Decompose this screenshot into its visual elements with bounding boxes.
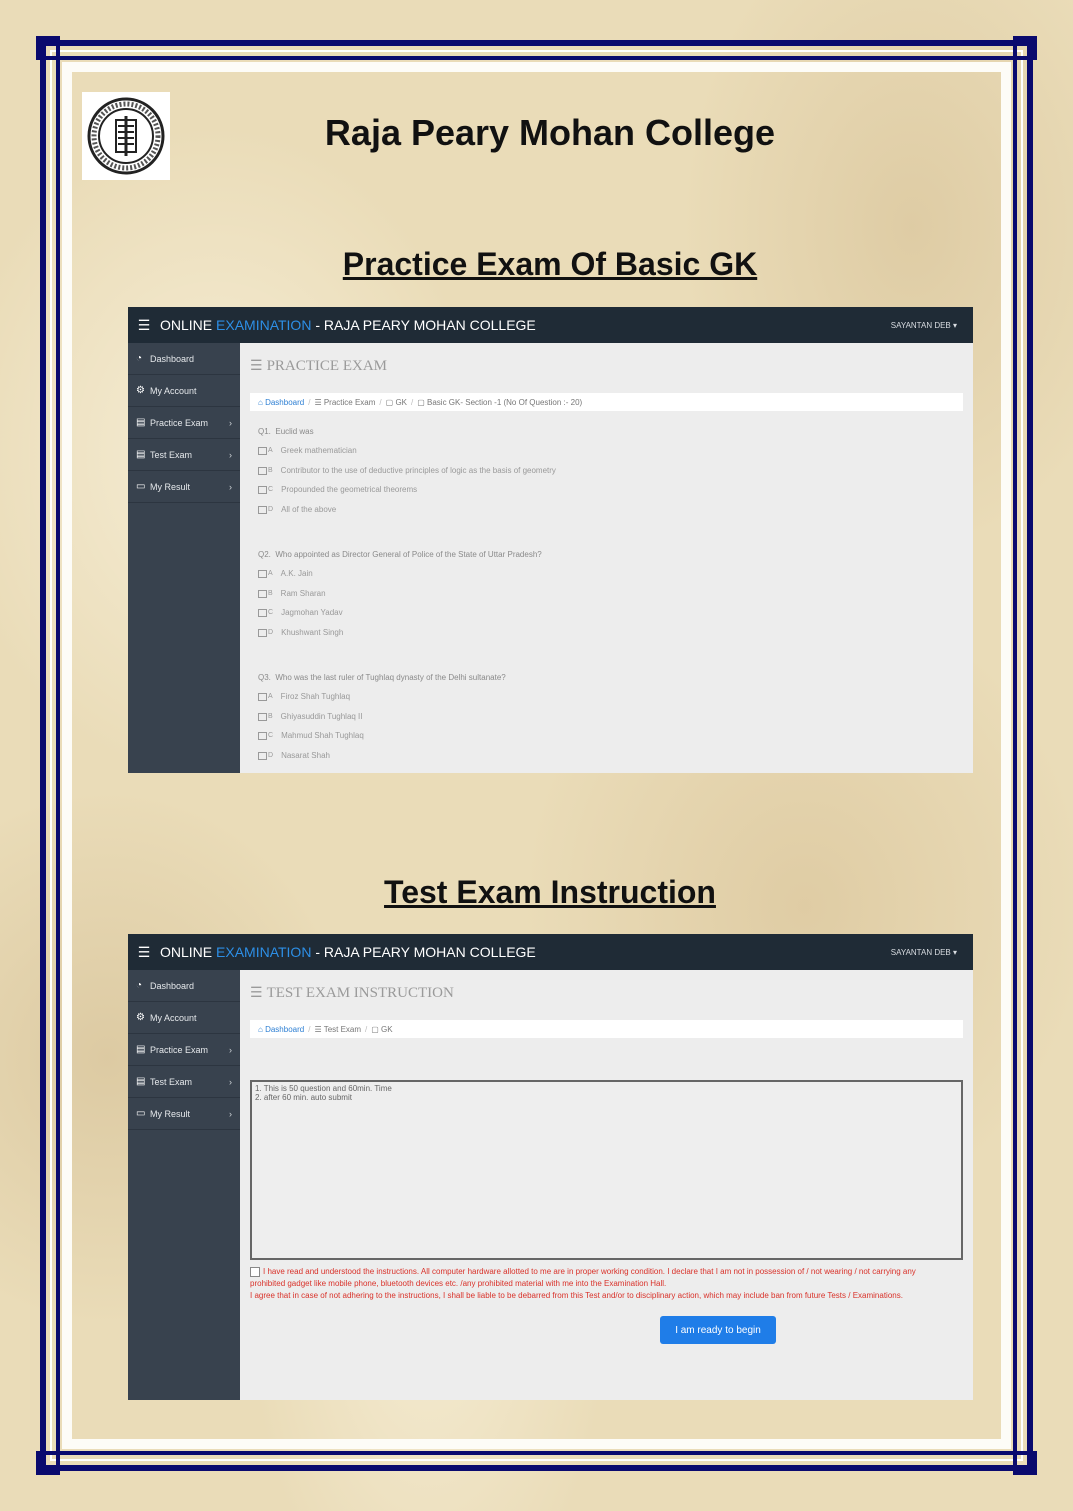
menu-toggle-icon[interactable]: ☰ [128, 944, 160, 961]
question-2: Q2. Who appointed as Director General of… [258, 550, 542, 559]
list-icon: ▤ [136, 417, 146, 428]
option-1c[interactable]: C Propounded the geometrical theorems [258, 485, 417, 494]
breadcrumb: ⌂ Dashboard / ☰ Practice Exam / ▢ GK / ▢ Ba… [250, 393, 963, 411]
chevron-right-icon: › [229, 1108, 232, 1119]
app-topbar: ☰ ONLINE EXAMINATION - RAJA PEARY MOHAN … [128, 307, 973, 343]
radio-box[interactable] [258, 731, 267, 740]
list-icon: ▤ [136, 449, 146, 460]
radio-box[interactable] [258, 751, 267, 760]
lines-icon: ☰ [250, 357, 263, 373]
radio-box[interactable] [258, 589, 267, 598]
sidebar-item-dashboard[interactable]: ◔ Dashboard [128, 343, 240, 375]
question-1: Q1. Euclid was [258, 427, 314, 436]
declaration: I have read and understood the instructi… [250, 1266, 953, 1302]
radio-box[interactable] [258, 505, 267, 514]
page-title: Raja Peary Mohan College [324, 112, 776, 153]
page-heading: ☰ TEST EXAM INSTRUCTION [250, 984, 454, 1001]
sidebar-item-my-account[interactable]: ⚙ My Account [128, 1002, 240, 1034]
chevron-right-icon: › [229, 1076, 232, 1087]
college-logo [82, 92, 170, 180]
instruction-line-2: 2. after 60 min. auto submit [255, 1093, 352, 1102]
breadcrumb: ⌂ Dashboard / ☰ Test Exam / ▢ GK [250, 1020, 963, 1038]
corner-ornament-top-right [1013, 36, 1037, 60]
gear-icon: ⚙ [136, 1012, 145, 1023]
question-3: Q3. Who was the last ruler of Tughlaq dy… [258, 673, 506, 682]
option-3a[interactable]: A Firoz Shah Tughlaq [258, 692, 350, 701]
test-instruction-screenshot: ☰ ONLINE EXAMINATION - RAJA PEARY MOHAN … [128, 934, 973, 1400]
chevron-right-icon: › [229, 481, 232, 492]
chevron-right-icon: › [229, 449, 232, 460]
radio-box[interactable] [258, 485, 267, 494]
breadcrumb-practice-exam[interactable]: ☰ Practice Exam [314, 398, 375, 407]
radio-box[interactable] [258, 446, 267, 455]
sidebar-item-practice-exam[interactable]: ▤ Practice Exam › [128, 1034, 240, 1066]
breadcrumb-gk[interactable]: ▢ GK [386, 398, 407, 407]
sidebar-item-dashboard[interactable]: ◔ Dashboard [128, 970, 240, 1002]
agree-checkbox[interactable] [250, 1266, 260, 1277]
radio-box[interactable] [258, 712, 267, 721]
option-1a[interactable]: A Greek mathematician [258, 446, 357, 455]
test-section-title: Test Exam Instruction [384, 874, 716, 910]
sidebar-item-test-exam[interactable]: ▤ Test Exam › [128, 439, 240, 471]
radio-box[interactable] [258, 569, 267, 578]
practice-exam-screenshot: ☰ ONLINE EXAMINATION - RAJA PEARY MOHAN … [128, 307, 973, 773]
corner-ornament-bottom-left [36, 1451, 60, 1475]
gear-icon: ⚙ [136, 385, 145, 396]
radio-box[interactable] [258, 628, 267, 637]
option-2d[interactable]: D Khushwant Singh [258, 628, 343, 637]
breadcrumb-home[interactable]: ⌂ Dashboard [258, 398, 304, 407]
instructions-textarea[interactable]: 1. This is 50 question and 60min. Time 2… [250, 1080, 963, 1260]
list-icon: ▤ [136, 1044, 146, 1055]
dashboard-icon: ◔ [136, 353, 143, 364]
declaration-text-2: I agree that in case of not adhering to … [250, 1291, 903, 1300]
menu-toggle-icon[interactable]: ☰ [128, 317, 160, 334]
instruction-line-1: 1. This is 50 question and 60min. Time [255, 1084, 392, 1093]
option-3d[interactable]: D Nasarat Shah [258, 751, 330, 760]
option-2a[interactable]: A A.K. Jain [258, 569, 313, 578]
practice-section-title: Practice Exam Of Basic GK [342, 246, 758, 282]
monitor-icon: ▭ [136, 481, 146, 492]
breadcrumb-home[interactable]: ⌂ Dashboard [258, 1025, 304, 1034]
option-1b[interactable]: B Contributor to the use of deductive pri… [258, 466, 556, 475]
page-heading: ☰ PRACTICE EXAM [250, 357, 387, 374]
main-content: ☰ TEST EXAM INSTRUCTION ⌂ Dashboard / ☰ Te… [240, 970, 973, 1400]
option-1d[interactable]: D All of the above [258, 505, 336, 514]
corner-ornament-bottom-right [1013, 1451, 1037, 1475]
dashboard-icon: ◔ [136, 980, 143, 991]
sidebar-item-practice-exam[interactable]: ▤ Practice Exam › [128, 407, 240, 439]
sidebar: ◔ Dashboard ⚙ My Account ▤ Practice Exam › ▤… [128, 970, 240, 1400]
radio-box[interactable] [258, 692, 267, 701]
list-icon: ▤ [136, 1076, 146, 1087]
option-3c[interactable]: C Mahmud Shah Tughlaq [258, 731, 364, 740]
sidebar-item-my-result[interactable]: ▭ My Result › [128, 471, 240, 503]
app-brand: ONLINE EXAMINATION - RAJA PEARY MOHAN CO… [160, 944, 536, 960]
app-brand: ONLINE EXAMINATION - RAJA PEARY MOHAN CO… [160, 317, 536, 333]
sidebar-item-test-exam[interactable]: ▤ Test Exam › [128, 1066, 240, 1098]
radio-box[interactable] [258, 466, 267, 475]
breadcrumb-gk: ▢ GK [371, 1024, 393, 1034]
breadcrumb-section: ▢ Basic GK- Section -1 (No Of Question :… [417, 397, 583, 407]
sidebar: ◔ Dashboard ⚙ My Account ▤ Practice Exam › ▤… [128, 343, 240, 773]
option-3b[interactable]: B Ghiyasuddin Tughlaq II [258, 712, 363, 721]
main-content: ☰ PRACTICE EXAM ⌂ Dashboard / ☰ Practice E… [240, 343, 973, 773]
monitor-icon: ▭ [136, 1108, 146, 1119]
corner-ornament-top-left [36, 36, 60, 60]
user-menu[interactable]: SAYANTAN DEB ▾ [891, 948, 957, 957]
chevron-right-icon: › [229, 417, 232, 428]
lines-icon: ☰ [250, 984, 263, 1000]
sidebar-item-my-result[interactable]: ▭ My Result › [128, 1098, 240, 1130]
begin-exam-button[interactable]: I am ready to begin [660, 1316, 776, 1344]
app-topbar: ☰ ONLINE EXAMINATION - RAJA PEARY MOHAN … [128, 934, 973, 970]
declaration-text-1: I have read and understood the instructi… [250, 1267, 916, 1288]
option-2b[interactable]: B Ram Sharan [258, 589, 326, 598]
radio-box[interactable] [258, 608, 267, 617]
user-menu[interactable]: SAYANTAN DEB ▾ [891, 321, 957, 330]
breadcrumb-test-exam[interactable]: ☰ Test Exam [314, 1025, 361, 1034]
chevron-right-icon: › [229, 1044, 232, 1055]
sidebar-item-my-account[interactable]: ⚙ My Account [128, 375, 240, 407]
college-seal-icon [87, 97, 165, 175]
option-2c[interactable]: C Jagmohan Yadav [258, 608, 343, 617]
